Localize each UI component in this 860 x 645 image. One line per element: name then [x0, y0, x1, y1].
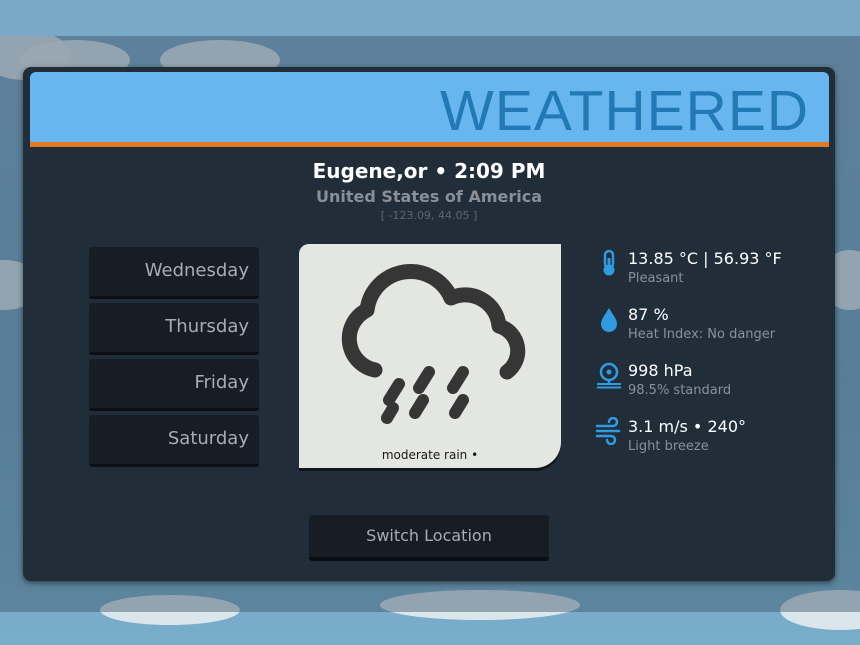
condition-text: moderate rain •	[381, 448, 479, 462]
humidity-note: Heat Index: No danger	[628, 327, 776, 342]
day-list: Wednesday Thursday Friday Saturday	[89, 247, 259, 471]
temperature-value: 13.85 °C | 56.93 °F	[628, 249, 782, 268]
stats-list: 13.85 °C | 56.93 °F Pleasant 87 % Heat I…	[595, 247, 825, 471]
thermometer-icon	[603, 249, 615, 276]
weather-panel: WEATHERED Eugene,or • 2:09 PM United Sta…	[23, 67, 835, 581]
stat-wind: 3.1 m/s • 240° Light breeze	[595, 415, 825, 471]
day-button-wednesday[interactable]: Wednesday	[89, 247, 259, 299]
day-button-thursday[interactable]: Thursday	[89, 303, 259, 355]
water-drop-icon	[601, 308, 617, 332]
pressure-value: 998 hPa	[628, 361, 693, 380]
top-bar	[0, 0, 860, 36]
pressure-note: 98.5% standard	[628, 383, 732, 398]
stat-pressure: 998 hPa 98.5% standard	[595, 359, 825, 415]
brand-title: WEATHERED	[440, 79, 809, 143]
location-title: Eugene,or • 2:09 PM	[312, 159, 546, 183]
day-button-saturday[interactable]: Saturday	[89, 415, 259, 467]
rain-cloud-icon	[341, 264, 526, 424]
location-country: United States of America	[315, 187, 543, 206]
location-coords: [ -123.09, 44.05 ]	[380, 209, 478, 222]
switch-location-button[interactable]: Switch Location	[309, 515, 549, 561]
pressure-gauge-icon	[597, 362, 621, 389]
stat-humidity: 87 % Heat Index: No danger	[595, 303, 825, 359]
app-header: WEATHERED	[30, 72, 829, 147]
wind-note: Light breeze	[628, 439, 709, 454]
wind-icon	[595, 417, 621, 445]
wind-value: 3.1 m/s • 240°	[628, 417, 746, 436]
temperature-note: Pleasant	[628, 271, 684, 286]
day-button-friday[interactable]: Friday	[89, 359, 259, 411]
stat-temperature: 13.85 °C | 56.93 °F Pleasant	[595, 247, 825, 303]
humidity-value: 87 %	[628, 305, 669, 324]
condition-card: moderate rain •	[299, 244, 561, 468]
